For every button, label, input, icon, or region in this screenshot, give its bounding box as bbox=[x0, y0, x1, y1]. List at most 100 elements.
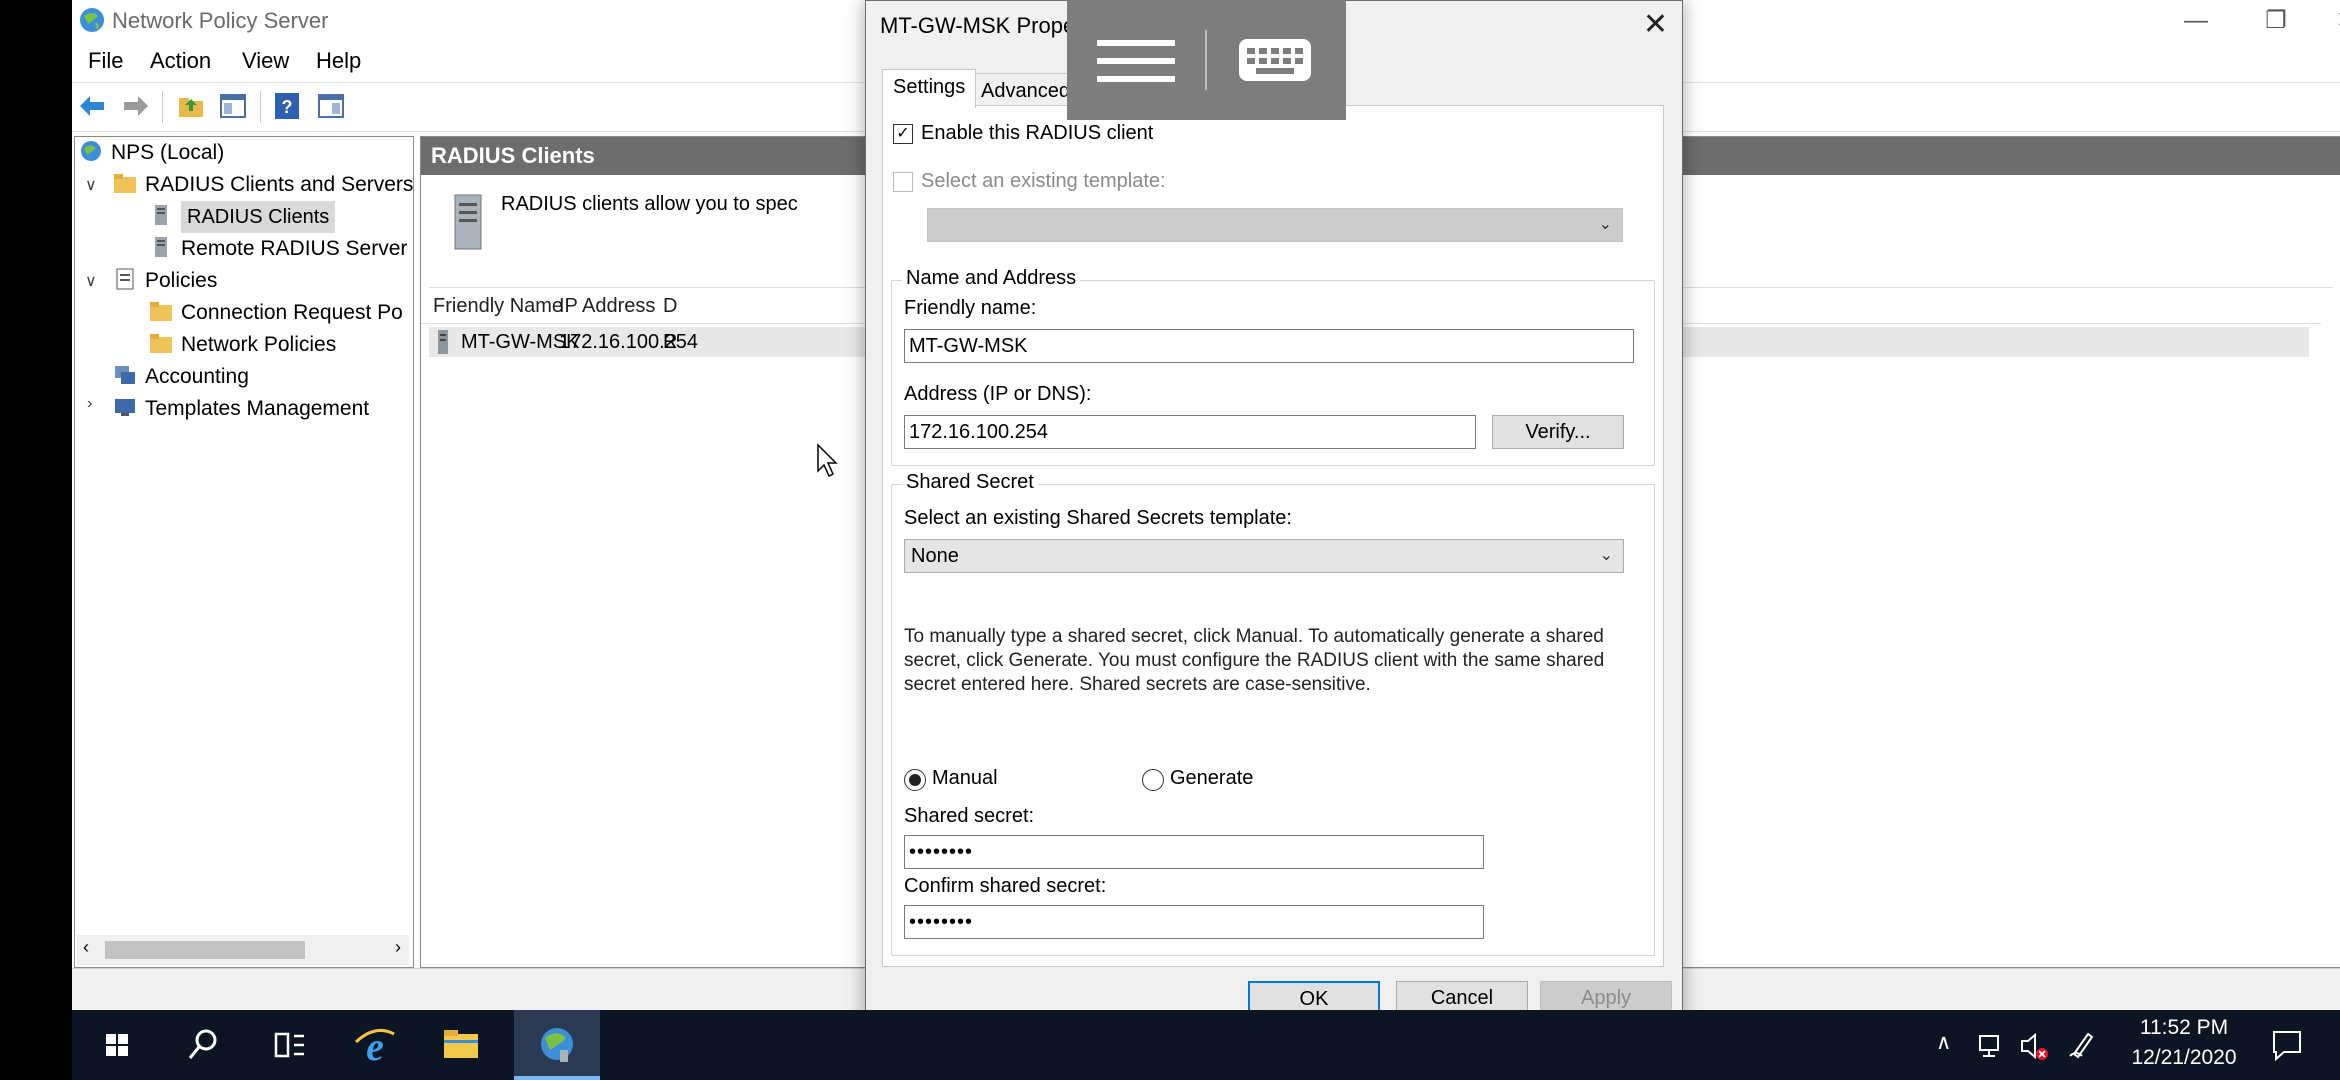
tree-horizontal-scrollbar[interactable]: ‹ › bbox=[77, 935, 409, 965]
tree-item-radius-clients[interactable]: RADIUS Clients bbox=[149, 201, 336, 233]
forward-arrow-icon[interactable] bbox=[120, 91, 150, 121]
shared-secret-input[interactable]: •••••••• bbox=[904, 835, 1484, 869]
tree-label: RADIUS Clients and Servers bbox=[145, 173, 414, 196]
tree-label: Network Policies bbox=[181, 333, 337, 356]
server-icon bbox=[438, 330, 448, 354]
action-pane-icon[interactable] bbox=[316, 91, 346, 121]
chevron-right-icon[interactable]: › bbox=[87, 395, 92, 413]
friendly-name-label: Friendly name: bbox=[904, 297, 1037, 319]
menu-help[interactable]: Help bbox=[316, 48, 361, 74]
menu-file[interactable]: File bbox=[88, 48, 123, 74]
scroll-right-icon[interactable]: › bbox=[395, 937, 401, 958]
network-icon[interactable] bbox=[1976, 1030, 2006, 1060]
toolbar-separator bbox=[260, 91, 261, 123]
file-explorer-icon[interactable] bbox=[436, 1020, 486, 1070]
tree-item-connection-request[interactable]: Connection Request Po bbox=[149, 297, 403, 329]
ss-template-value: None bbox=[911, 545, 959, 567]
keyboard-icon[interactable] bbox=[1238, 38, 1312, 82]
tree-item-remote-radius[interactable]: Remote RADIUS Server bbox=[149, 233, 407, 265]
cancel-button[interactable]: Cancel bbox=[1396, 981, 1528, 1010]
restore-button[interactable]: ❐ bbox=[2246, 4, 2306, 38]
manual-radio[interactable] bbox=[904, 769, 926, 791]
enable-client-checkbox[interactable]: ✓ bbox=[893, 124, 913, 144]
notification-icon[interactable] bbox=[2270, 1028, 2304, 1062]
up-folder-icon[interactable] bbox=[176, 91, 206, 121]
tray-overflow-icon[interactable]: ∧ bbox=[1936, 1030, 1951, 1055]
close-window-button[interactable]: ✕ bbox=[2326, 4, 2340, 38]
tree-label: Policies bbox=[145, 269, 218, 292]
desktop-screen: Network Policy Server — ❐ ✕ File Action … bbox=[72, 0, 2340, 1010]
help-icon[interactable]: ? bbox=[272, 91, 302, 121]
chevron-down-icon: ⌄ bbox=[1598, 216, 1612, 233]
toolbar-separator bbox=[162, 91, 163, 123]
clock-date[interactable]: 12/21/2020 bbox=[2124, 1046, 2244, 1070]
tree-label: Remote RADIUS Server bbox=[181, 237, 408, 260]
ok-button[interactable]: OK bbox=[1248, 981, 1380, 1010]
tree-label: Templates Management bbox=[145, 397, 370, 420]
tree-label: Connection Request Po bbox=[181, 301, 403, 324]
friendly-name-input[interactable]: MT-GW-MSK bbox=[904, 329, 1634, 363]
remote-toolbar-overlay bbox=[1067, 0, 1346, 120]
accounting-icon bbox=[115, 366, 135, 385]
hamburger-menu-icon[interactable] bbox=[1097, 38, 1175, 84]
menu-action[interactable]: Action bbox=[150, 48, 211, 74]
internet-explorer-icon[interactable]: e bbox=[350, 1020, 400, 1070]
template-dropdown[interactable]: ⌄ bbox=[927, 208, 1623, 242]
window-title: Network Policy Server bbox=[112, 8, 329, 33]
shared-secret-group: Shared Secret Select an existing Shared … bbox=[891, 471, 1655, 956]
shared-secret-instructions: To manually type a shared secret, click … bbox=[904, 626, 1605, 695]
address-label: Address (IP or DNS): bbox=[904, 383, 1092, 405]
col-friendly-name[interactable]: Friendly Name bbox=[433, 295, 563, 318]
enable-client-label: Enable this RADIUS client bbox=[921, 122, 1154, 144]
tree-label: Accounting bbox=[145, 365, 249, 388]
search-icon[interactable] bbox=[178, 1020, 228, 1070]
description-text: RADIUS clients allow you to spec bbox=[501, 193, 798, 215]
group-title: Shared Secret bbox=[902, 471, 1038, 494]
tab-advanced[interactable]: Advanced bbox=[970, 73, 1081, 108]
tree-item-network-policies[interactable]: Network Policies bbox=[149, 329, 336, 361]
taskbar: e ∧ 11:52 PM 12/21/2020 bbox=[72, 1010, 2340, 1080]
select-template-checkbox[interactable] bbox=[893, 172, 913, 192]
generate-radio[interactable] bbox=[1142, 769, 1164, 791]
chevron-down-icon[interactable]: ∨ bbox=[85, 271, 97, 291]
overlay-separator bbox=[1205, 30, 1207, 90]
policy-document-icon bbox=[116, 268, 134, 290]
chevron-down-icon: ⌄ bbox=[1599, 547, 1613, 564]
dialog-close-icon[interactable]: ✕ bbox=[1643, 7, 1668, 42]
group-title: Name and Address bbox=[902, 267, 1081, 290]
address-input[interactable]: 172.16.100.254 bbox=[904, 415, 1476, 449]
folder-icon bbox=[150, 302, 172, 322]
tree-item-radius-clients-servers[interactable]: RADIUS Clients and Servers bbox=[113, 169, 413, 201]
volume-muted-icon[interactable] bbox=[2018, 1030, 2050, 1062]
settings-panel: ✓ Enable this RADIUS client Select an ex… bbox=[882, 105, 1664, 967]
col-ip-address[interactable]: IP Address bbox=[559, 295, 655, 318]
scroll-thumb[interactable] bbox=[105, 941, 305, 959]
tree-item-policies[interactable]: Policies bbox=[113, 265, 217, 297]
folder-icon bbox=[150, 334, 172, 354]
nps-taskbar-icon[interactable] bbox=[532, 1020, 582, 1070]
ss-template-dropdown[interactable]: None ⌄ bbox=[904, 539, 1624, 573]
minimize-button[interactable]: — bbox=[2166, 4, 2226, 38]
start-windows-icon[interactable] bbox=[92, 1020, 142, 1070]
server-icon bbox=[155, 205, 167, 226]
confirm-secret-input[interactable]: •••••••• bbox=[904, 905, 1484, 939]
verify-button[interactable]: Verify... bbox=[1492, 415, 1624, 449]
scroll-left-icon[interactable]: ‹ bbox=[83, 937, 89, 958]
tab-settings[interactable]: Settings bbox=[882, 69, 977, 108]
col-device[interactable]: D bbox=[663, 295, 677, 318]
back-arrow-icon[interactable] bbox=[78, 91, 108, 121]
menu-view[interactable]: View bbox=[242, 48, 289, 74]
shared-secret-label: Shared secret: bbox=[904, 805, 1035, 827]
name-address-group: Name and Address Friendly name: MT-GW-MS… bbox=[891, 267, 1655, 466]
apply-button[interactable]: Apply bbox=[1540, 981, 1672, 1010]
clock-time[interactable]: 11:52 PM bbox=[2124, 1016, 2244, 1040]
task-view-icon[interactable] bbox=[264, 1020, 314, 1070]
show-hide-tree-icon[interactable] bbox=[218, 91, 248, 121]
nps-app-icon bbox=[80, 8, 104, 32]
tree-item-templates-management[interactable]: Templates Management bbox=[113, 393, 369, 425]
pen-icon[interactable] bbox=[2068, 1028, 2098, 1060]
chevron-down-icon[interactable]: ∨ bbox=[85, 175, 97, 195]
tree-item-accounting[interactable]: Accounting bbox=[113, 361, 249, 393]
tree-item-nps-local[interactable]: NPS (Local) bbox=[79, 137, 224, 169]
properties-dialog: MT-GW-MSK Properties ✕ Settings Advanced… bbox=[865, 0, 1683, 1010]
